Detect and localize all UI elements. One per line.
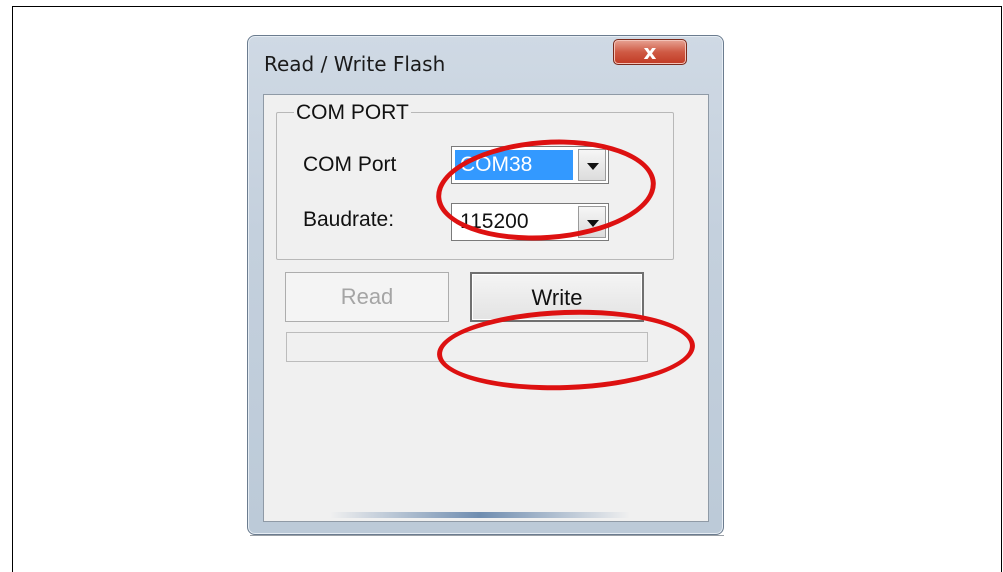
background-fragment bbox=[250, 535, 724, 536]
read-button[interactable]: Read bbox=[285, 272, 449, 322]
close-button[interactable]: x bbox=[613, 39, 687, 65]
com-port-group-label: COM PORT bbox=[294, 101, 411, 125]
read-write-flash-dialog: Read / Write Flash x COM PORT COM Port C… bbox=[247, 35, 724, 535]
taskbar-glow bbox=[330, 512, 630, 518]
close-icon: x bbox=[643, 40, 657, 64]
window-title: Read / Write Flash bbox=[264, 52, 446, 76]
com-port-label: COM Port bbox=[303, 153, 397, 176]
title-bar[interactable]: Read / Write Flash x bbox=[248, 36, 723, 94]
baudrate-label: Baudrate: bbox=[303, 208, 395, 231]
